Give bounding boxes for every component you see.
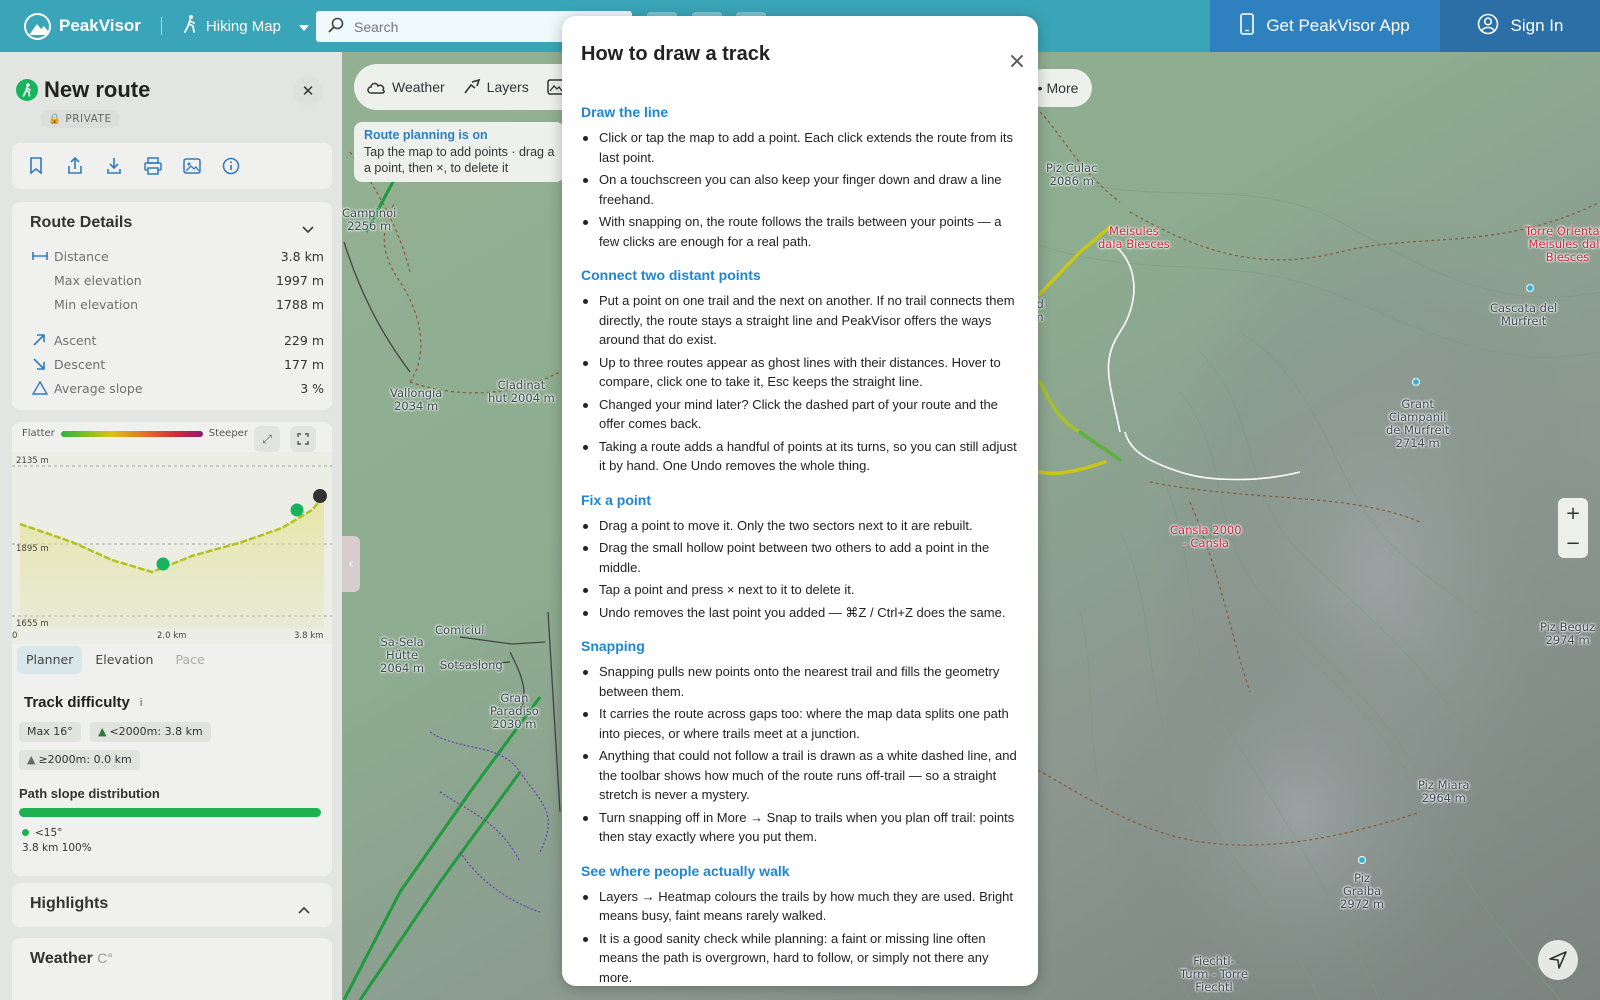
list-item: Changed your mind later? Click the dashe…: [581, 395, 1021, 434]
section-list: Click or tap the map to add a point. Eac…: [581, 128, 1021, 251]
dialog-body: Draw the line Click or tap the map to ad…: [581, 104, 1021, 986]
section-heading: Snapping: [581, 638, 645, 654]
list-item: Put a point on one trail and the next on…: [581, 291, 1021, 350]
list-item: Up to three routes appear as ghost lines…: [581, 353, 1021, 392]
list-item: Drag the small hollow point between two …: [581, 538, 1021, 577]
list-item: Tap a point and press × next to it to de…: [581, 580, 1021, 600]
list-item: Snapping pulls new points onto the neare…: [581, 662, 1021, 701]
section-list: Drag a point to move it. Only the two se…: [581, 516, 1021, 623]
dialog-close-button[interactable]: ×: [1002, 46, 1032, 76]
list-item: It carries the route across gaps too: wh…: [581, 704, 1021, 743]
close-icon: ×: [1007, 48, 1027, 74]
section-list: Layers → Heatmap colours the trails by h…: [581, 887, 1021, 987]
list-item: Anything that could not follow a trail i…: [581, 746, 1021, 805]
list-item: With snapping on, the route follows the …: [581, 212, 1021, 251]
list-item: It is a good sanity check while planning…: [581, 929, 1021, 987]
help-dialog: How to draw a track × Draw the line Clic…: [562, 16, 1038, 986]
list-item: Layers → Heatmap colours the trails by h…: [581, 887, 1021, 926]
section-list: Snapping pulls new points onto the neare…: [581, 662, 1021, 847]
list-item: Click or tap the map to add a point. Eac…: [581, 128, 1021, 167]
list-item: Taking a route adds a handful of points …: [581, 437, 1021, 476]
list-item: Undo removes the last point you added — …: [581, 603, 1021, 623]
section-heading: See where people actually walk: [581, 862, 790, 879]
section-heading: Fix a point: [581, 491, 651, 508]
list-item: On a touchscreen you can also keep your …: [581, 170, 1021, 209]
section-list: Put a point on one trail and the next on…: [581, 291, 1021, 476]
list-item: Turn snapping off in More → Snap to trai…: [581, 808, 1021, 847]
dialog-title: How to draw a track: [581, 43, 770, 65]
section-heading: Connect two distant points: [581, 267, 761, 283]
list-item: Drag a point to move it. Only the two se…: [581, 516, 1021, 536]
section-heading: Draw the line: [581, 104, 669, 120]
